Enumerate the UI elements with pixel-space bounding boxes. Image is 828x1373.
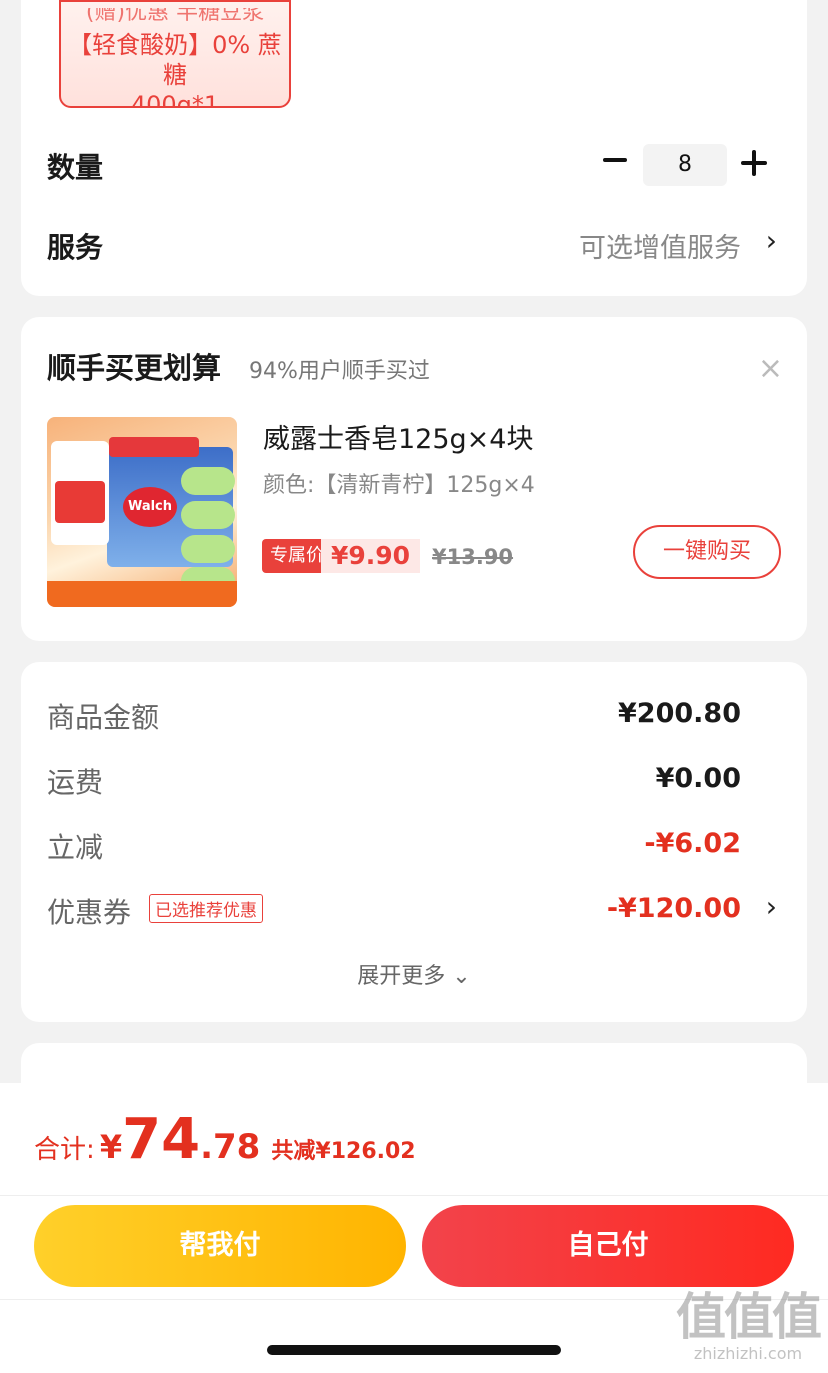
service-label: 服务 (47, 231, 104, 264)
product-badge-red-graphic (55, 481, 105, 523)
service-option[interactable]: 可选增值服务 (579, 226, 741, 265)
gift-cut-text: (赠)优惠 半糖豆浆 (85, 8, 265, 25)
shipping-value: ¥0.00 (655, 763, 741, 794)
close-icon[interactable]: × (758, 354, 783, 384)
expand-more-link[interactable]: 展开更多 ⌄ (21, 958, 807, 990)
soap-bar-graphic (181, 501, 235, 529)
order-options-card: (赠)优惠 半糖豆浆 【轻食酸奶】0% 蔗糖 400g*1 数量 8 服务 可选… (21, 0, 807, 296)
product-spec[interactable]: 颜色:【清新青柠】125g×4 (263, 467, 535, 499)
watermark-logo: 值值值 zhizhizhi.com (676, 1288, 822, 1363)
order-total: 合计: ¥74.78 共减¥126.02 (34, 1107, 416, 1172)
chevron-right-icon[interactable]: › (766, 890, 777, 923)
total-integer: 74 (122, 1107, 201, 1172)
increase-quantity-button[interactable] (741, 150, 767, 176)
goods-amount-value: ¥200.80 (618, 698, 741, 729)
pay-myself-button[interactable]: 自己付 (422, 1205, 794, 1287)
addon-recommend-card: 顺手买更划算 94%用户顺手买过 × Walch 威露士香皂125g×4块 颜色… (21, 317, 807, 641)
product-image[interactable]: Walch (47, 417, 237, 607)
checkout-bar: 合计: ¥74.78 共减¥126.02 帮我付 自己付 值值值 zhizhiz… (0, 1083, 828, 1373)
help-me-pay-button[interactable]: 帮我付 (34, 1205, 406, 1287)
watermark-url: zhizhizhi.com (693, 1344, 803, 1363)
gift-name: 【轻食酸奶】0% 蔗糖 (68, 31, 282, 89)
product-bottom-band (47, 581, 237, 607)
quantity-label: 数量 (47, 151, 104, 184)
shipping-label: 运费 (47, 766, 104, 799)
product-banner-graphic (109, 437, 199, 457)
divider (0, 1195, 828, 1196)
product-price: ¥9.90 (321, 539, 421, 573)
coupon-value[interactable]: -¥120.00 (607, 893, 741, 924)
soap-bar-graphic (181, 467, 235, 495)
product-original-price: ¥13.90 (432, 545, 514, 569)
product-name[interactable]: 威露士香皂125g×4块 (263, 417, 533, 456)
instant-discount-value: -¥6.02 (644, 828, 741, 859)
soap-bar-graphic (181, 535, 235, 563)
coupon-recommended-badge: 已选推荐优惠 (149, 894, 263, 923)
gift-item: (赠)优惠 半糖豆浆 【轻食酸奶】0% 蔗糖 400g*1 (59, 0, 291, 108)
total-currency: ¥ (99, 1128, 123, 1166)
total-saved: 共减¥126.02 (271, 1139, 416, 1164)
coupon-label[interactable]: 优惠券 (47, 891, 131, 931)
decrease-quantity-button[interactable] (601, 146, 629, 174)
brand-logo: Walch (123, 487, 177, 527)
one-click-buy-button[interactable]: 一键购买 (633, 525, 781, 579)
instant-discount-label: 立减 (47, 831, 104, 864)
watermark-text: 值值值 (676, 1288, 822, 1346)
chevron-right-icon[interactable]: › (766, 224, 777, 257)
total-label: 合计: (34, 1135, 95, 1165)
total-decimal: .78 (200, 1127, 261, 1167)
home-indicator[interactable] (267, 1345, 561, 1355)
quantity-input[interactable]: 8 (643, 144, 727, 186)
price-summary-card: 商品金额 ¥200.80 运费 ¥0.00 立减 -¥6.02 优惠券 已选推荐… (21, 662, 807, 1022)
goods-amount-label: 商品金额 (47, 701, 160, 734)
addon-subtitle: 94%用户顺手买过 (249, 359, 430, 384)
addon-title: 顺手买更划算 (47, 351, 222, 385)
gift-weight: 400g*1 (130, 91, 220, 108)
